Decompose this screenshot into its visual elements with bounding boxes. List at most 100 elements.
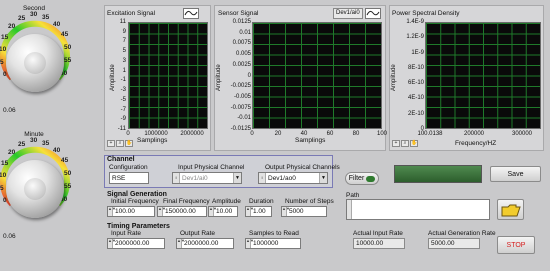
sensor-waveform-icon[interactable] [365, 8, 381, 19]
amplitude-value: 10.00 [216, 208, 233, 215]
sensor-ytick: 0.01 [239, 29, 251, 36]
excitation-xtick: 0 [126, 131, 130, 137]
excitation-ytick: 1 [122, 67, 126, 74]
psd-ytick: 1.2E-9 [406, 34, 424, 41]
cursor-tool-icon[interactable]: + [392, 140, 400, 147]
input-rate-value: 2000000.00 [115, 240, 150, 247]
cursor-tool-icon[interactable]: + [107, 140, 115, 147]
excitation-ytick: 9 [122, 28, 126, 35]
excitation-signal-plot[interactable] [128, 22, 208, 129]
samples-to-read-input[interactable]: ▲▼ 1000000 [245, 238, 301, 249]
save-label: Save [507, 170, 524, 178]
minute-scale-50: 50 [64, 170, 72, 177]
psd-xlabel: Frequency/HZ [455, 140, 497, 147]
excitation-ytick: -7 [120, 106, 126, 113]
input-channel-label: Input Physical Channel [178, 164, 245, 171]
filter-button[interactable]: Filter [345, 172, 379, 185]
chevron-down-icon[interactable]: ▼ [233, 173, 241, 183]
sensor-xtick: 20 [274, 131, 282, 137]
samples-to-read-value: 1000000 [253, 240, 279, 247]
sensor-xtick: 100 [376, 131, 387, 137]
pan-icon[interactable]: ✋ [125, 140, 133, 147]
steps-input[interactable]: ▲▼ 5000 [281, 206, 327, 217]
psd-ytick: 1E-9 [411, 49, 424, 56]
sensor-xtick: 40 [300, 131, 308, 137]
minute-knob[interactable] [6, 160, 64, 218]
duration-input[interactable]: ▲▼ 1.00 [245, 206, 272, 217]
duration-value: 1.00 [253, 208, 266, 215]
minute-scale-10: 10 [0, 172, 7, 179]
psd-xtick: 300000 [511, 131, 533, 137]
browse-button[interactable] [497, 199, 524, 220]
second-scale-50: 50 [64, 44, 72, 51]
minute-scale-5: 5 [0, 185, 4, 192]
channel-header: Channel [107, 156, 135, 163]
psd-plot[interactable] [425, 22, 541, 129]
psd-ytick: 4E-10 [407, 95, 424, 102]
sensor-ytick: -0.005 [233, 93, 251, 100]
minute-knob-readout: 0.06 [3, 233, 16, 240]
sensor-ytick: -0.01 [237, 115, 251, 122]
second-knob[interactable] [6, 34, 64, 92]
amplitude-label: Amplitude [212, 198, 241, 205]
excitation-ytick: 11 [119, 19, 126, 25]
io-icon: I [259, 173, 266, 183]
output-rate-input[interactable]: ▲▼ 2000000.00 [176, 238, 234, 249]
input-rate-input[interactable]: ▲▼ 2000000.00 [107, 238, 165, 249]
excitation-waveform-icon[interactable] [183, 8, 199, 19]
path-spin-icon [347, 200, 352, 219]
pan-icon[interactable]: ✋ [410, 140, 418, 147]
sensor-xtick: 0 [250, 131, 254, 137]
chevron-down-icon[interactable]: ▼ [319, 173, 327, 183]
sensor-signal-title: Sensor Signal [218, 10, 259, 17]
filter-label: Filter [348, 175, 365, 182]
minute-scale-15: 15 [1, 160, 9, 167]
actual-input-rate-display: 10000.00 [353, 238, 405, 249]
sensor-ytick: -0.0025 [230, 83, 251, 90]
status-led [394, 165, 482, 183]
output-channel-value: Dev1/ao0 [268, 174, 296, 182]
excitation-graph-toolbar: + ⌕ ✋ [107, 140, 133, 147]
psd-ytick: 8E-10 [407, 64, 424, 71]
zoom-icon[interactable]: ⌕ [116, 140, 124, 147]
configuration-select[interactable]: RSE [109, 172, 149, 184]
steps-label: Number of Steps [285, 198, 334, 205]
amplitude-input[interactable]: ▲▼ 10.00 [208, 206, 238, 217]
second-scale-10: 10 [0, 46, 7, 53]
input-channel-select[interactable]: I Dev1/ai0 ▼ [172, 172, 242, 184]
initial-frequency-value: 100.00 [115, 208, 135, 215]
actual-generation-rate-label: Actual Generation Rate [428, 230, 496, 237]
sensor-xlabel: Samplings [295, 137, 326, 144]
zoom-icon[interactable]: ⌕ [401, 140, 409, 147]
stop-label: STOP [506, 241, 526, 249]
stop-button[interactable]: STOP [497, 236, 535, 254]
excitation-ytick: -3 [120, 87, 126, 94]
save-button[interactable]: Save [490, 166, 541, 182]
minute-scale-45: 45 [61, 157, 69, 164]
sensor-ytick: 0.0125 [232, 19, 251, 25]
excitation-ytick: -1 [120, 77, 126, 84]
sensor-ytick: -0.0075 [230, 104, 251, 111]
input-rate-label: Input Rate [111, 230, 141, 237]
output-channel-label: Output Physical Channels [265, 164, 340, 171]
initial-frequency-input[interactable]: ▲▼ 100.00 [107, 206, 155, 217]
duration-label: Duration [249, 198, 274, 205]
psd-ytick: 2E-10 [407, 110, 424, 117]
excitation-ytick: -5 [120, 96, 126, 103]
psd-graph-toolbar: + ⌕ ✋ [392, 140, 418, 147]
sensor-xtick: 60 [326, 131, 334, 137]
sensor-ytick: 0.0075 [232, 40, 251, 47]
excitation-ytick: 5 [122, 48, 126, 55]
minute-scale-0: 0 [3, 197, 7, 204]
second-knob-readout: 0.06 [3, 107, 16, 114]
final-frequency-input[interactable]: ▲▼ 150000.00 [157, 206, 207, 217]
output-channel-select[interactable]: I Dev1/ao0 ▼ [258, 172, 328, 184]
input-channel-value: Dev1/ai0 [182, 174, 208, 182]
minute-scale-35: 35 [42, 140, 50, 147]
io-icon: I [173, 173, 180, 183]
folder-icon [501, 204, 521, 216]
actual-generation-rate-display: 5000.00 [428, 238, 480, 249]
sensor-signal-plot[interactable] [252, 22, 382, 129]
path-input[interactable] [346, 199, 490, 220]
sensor-ytick: 0 [247, 72, 251, 79]
